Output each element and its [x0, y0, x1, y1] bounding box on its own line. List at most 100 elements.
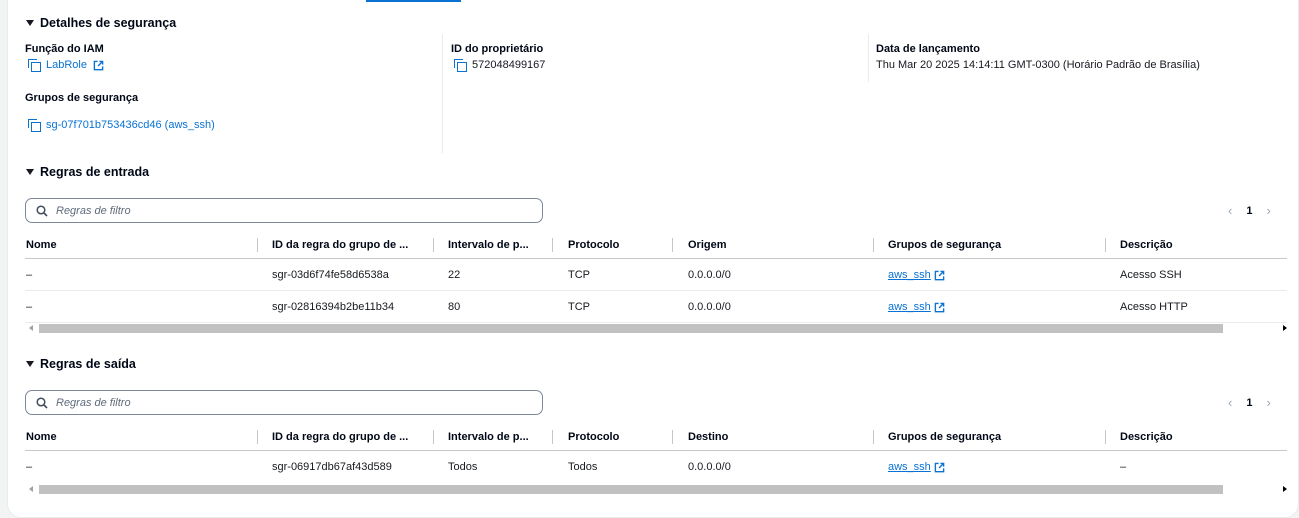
security-group-link[interactable]: aws_ssh: [888, 269, 931, 281]
outbound-horizontal-scrollbar[interactable]: [25, 483, 1287, 495]
external-link-icon[interactable]: [934, 462, 945, 473]
column-divider: [868, 34, 869, 82]
column-resizer[interactable]: [257, 430, 258, 444]
chevron-right-icon[interactable]: ›: [1266, 395, 1270, 410]
security-group-link[interactable]: aws_ssh: [888, 461, 931, 473]
column-resizer[interactable]: [433, 238, 434, 252]
outbound-rules-toggle[interactable]: Regras de saída: [26, 357, 136, 371]
column-header[interactable]: Nome: [26, 231, 57, 259]
iam-role-value: LabRole: [28, 59, 104, 72]
column-header[interactable]: Origem: [688, 231, 727, 259]
column-resizer[interactable]: [672, 238, 673, 252]
search-icon: [36, 396, 48, 409]
search-icon: [36, 204, 48, 217]
column-resizer[interactable]: [433, 430, 434, 444]
column-header[interactable]: Intervalo de p...: [448, 423, 529, 451]
external-link-icon[interactable]: [93, 60, 104, 71]
cell-name: –: [26, 301, 33, 313]
column-resizer[interactable]: [873, 238, 874, 252]
copy-icon[interactable]: [454, 59, 467, 72]
inbound-page-number[interactable]: 1: [1246, 205, 1252, 217]
column-header[interactable]: Descrição: [1120, 423, 1173, 451]
column-header[interactable]: Grupos de segurança: [888, 423, 1001, 451]
column-resizer[interactable]: [1105, 430, 1106, 444]
cell-rule-id: sgr-03d6f74fe58d6538a: [272, 269, 389, 281]
security-groups-label: Grupos de segurança: [25, 92, 139, 104]
table-header: Nome ID da regra do grupo de ... Interva…: [25, 423, 1287, 451]
column-header[interactable]: Grupos de segurança: [888, 231, 1001, 259]
outbound-filter[interactable]: [25, 390, 543, 415]
scroll-right-arrow[interactable]: [1283, 325, 1287, 331]
inbound-horizontal-scrollbar[interactable]: [25, 322, 1287, 334]
cell-protocol: TCP: [568, 301, 590, 313]
launch-date-value: Thu Mar 20 2025 14:14:11 GMT-0300 (Horár…: [876, 59, 1200, 71]
cell-rule-id: sgr-06917db67af43d589: [272, 461, 392, 473]
outbound-pagination: ‹ 1 ›: [1228, 395, 1271, 410]
outbound-rules-table: Nome ID da regra do grupo de ... Interva…: [25, 423, 1287, 483]
column-divider: [442, 34, 443, 153]
cell-port-range: Todos: [448, 461, 478, 473]
outbound-filter-input[interactable]: [56, 396, 516, 409]
copy-icon[interactable]: [28, 59, 41, 72]
caret-down-icon: [26, 169, 34, 175]
security-details-title: Detalhes de segurança: [40, 16, 177, 30]
copy-icon[interactable]: [28, 119, 41, 132]
cell-security-group: aws_ssh: [888, 291, 945, 323]
column-resizer[interactable]: [1105, 238, 1106, 252]
column-header[interactable]: ID da regra do grupo de ...: [272, 423, 408, 451]
caret-down-icon: [26, 20, 34, 26]
cell-protocol: Todos: [568, 461, 598, 473]
cell-name: –: [26, 461, 33, 473]
security-group-link[interactable]: sg-07f701b753436cd46 (aws_ssh): [46, 119, 215, 131]
iam-role-label: Função do IAM: [25, 43, 104, 55]
inbound-rules-table: Nome ID da regra do grupo de ... Interva…: [25, 231, 1287, 323]
table-header: Nome ID da regra do grupo de ... Interva…: [25, 231, 1287, 259]
column-header[interactable]: Intervalo de p...: [448, 231, 529, 259]
column-resizer[interactable]: [552, 430, 553, 444]
caret-down-icon: [26, 361, 34, 367]
inbound-filter[interactable]: [25, 198, 543, 223]
chevron-left-icon[interactable]: ‹: [1228, 395, 1232, 410]
scroll-left-arrow[interactable]: [29, 486, 33, 492]
cell-description: Acesso HTTP: [1120, 301, 1188, 313]
iam-role-link[interactable]: LabRole: [46, 59, 87, 71]
table-row[interactable]: – sgr-02816394b2be11b34 80 TCP 0.0.0.0/0…: [25, 291, 1287, 323]
cell-port-range: 22: [448, 269, 461, 281]
cell-destination: 0.0.0.0/0: [688, 461, 731, 473]
external-link-icon[interactable]: [934, 270, 945, 281]
security-group-link[interactable]: aws_ssh: [888, 301, 931, 313]
inbound-rules-title: Regras de entrada: [40, 165, 150, 179]
outbound-rules-title: Regras de saída: [40, 357, 136, 371]
external-link-icon[interactable]: [934, 302, 945, 313]
scrollbar-thumb[interactable]: [39, 324, 1223, 333]
owner-id-text: 572048499167: [472, 59, 546, 71]
column-header[interactable]: Destino: [688, 423, 728, 451]
table-row[interactable]: – sgr-03d6f74fe58d6538a 22 TCP 0.0.0.0/0…: [25, 259, 1287, 291]
inbound-filter-input[interactable]: [56, 204, 516, 217]
scroll-left-arrow[interactable]: [29, 325, 33, 331]
column-resizer[interactable]: [672, 430, 673, 444]
chevron-left-icon[interactable]: ‹: [1228, 203, 1232, 218]
chevron-right-icon[interactable]: ›: [1266, 203, 1270, 218]
cell-source: 0.0.0.0/0: [688, 301, 731, 313]
table-row[interactable]: – sgr-06917db67af43d589 Todos Todos 0.0.…: [25, 451, 1287, 483]
column-header[interactable]: Protocolo: [568, 231, 619, 259]
column-header[interactable]: Descrição: [1120, 231, 1173, 259]
security-groups-value: sg-07f701b753436cd46 (aws_ssh): [28, 119, 215, 132]
inbound-pagination: ‹ 1 ›: [1228, 203, 1271, 218]
inbound-rules-toggle[interactable]: Regras de entrada: [26, 165, 149, 179]
column-resizer[interactable]: [873, 430, 874, 444]
column-resizer[interactable]: [552, 238, 553, 252]
column-header[interactable]: Protocolo: [568, 423, 619, 451]
column-header[interactable]: ID da regra do grupo de ...: [272, 231, 408, 259]
cell-rule-id: sgr-02816394b2be11b34: [272, 301, 395, 313]
column-header[interactable]: Nome: [26, 423, 57, 451]
column-resizer[interactable]: [257, 238, 258, 252]
scrollbar-thumb[interactable]: [39, 485, 1223, 494]
launch-date-label: Data de lançamento: [876, 43, 980, 55]
cell-name: –: [26, 269, 33, 281]
outbound-page-number[interactable]: 1: [1246, 397, 1252, 409]
security-details-toggle[interactable]: Detalhes de segurança: [26, 16, 176, 30]
cell-security-group: aws_ssh: [888, 451, 945, 483]
scroll-right-arrow[interactable]: [1283, 486, 1287, 492]
